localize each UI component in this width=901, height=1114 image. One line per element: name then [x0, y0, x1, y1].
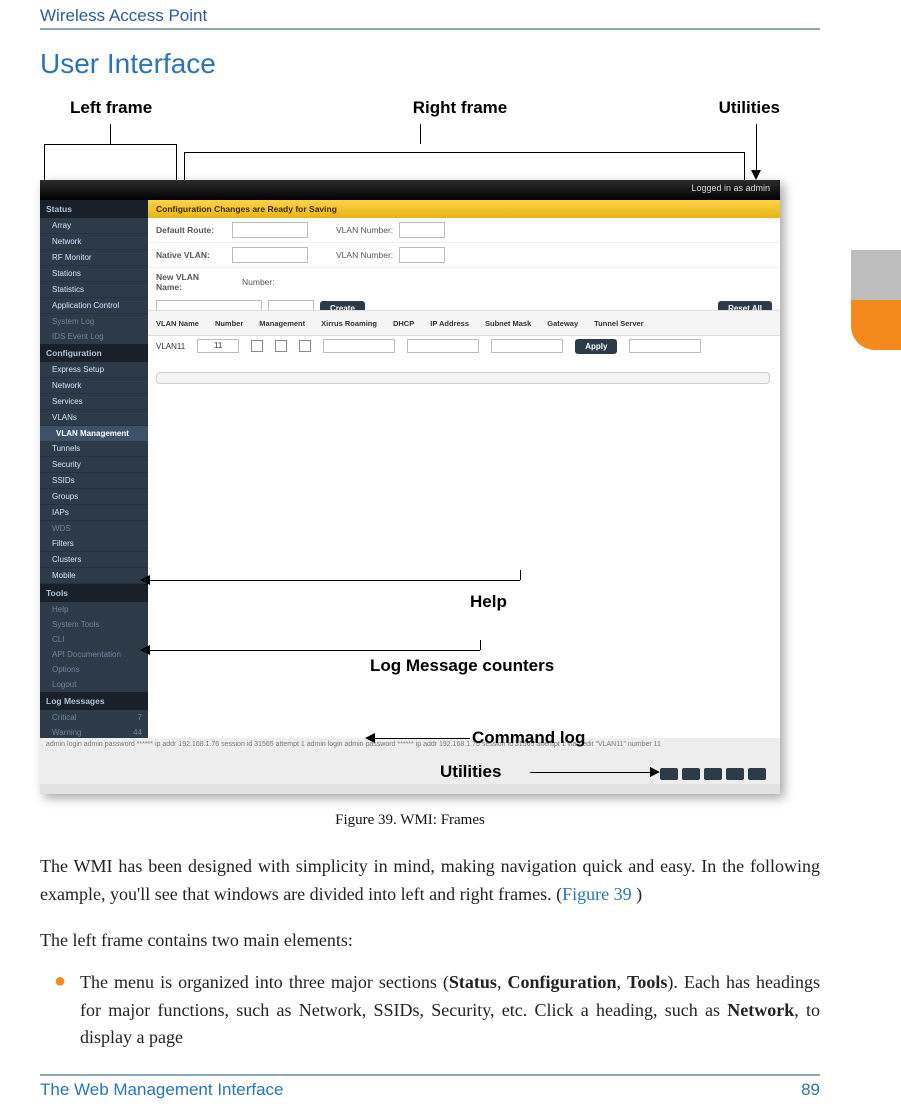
- cell-number-input[interactable]: 11: [197, 339, 239, 353]
- sidebar-item[interactable]: IDS Event Log: [40, 329, 148, 344]
- annot-left-frame: Left frame: [40, 98, 260, 118]
- logmsg-row[interactable]: Critical7: [40, 710, 148, 725]
- sidebar-item[interactable]: Statistics: [40, 282, 148, 298]
- annot-right-frame: Right frame: [260, 98, 660, 118]
- th: Tunnel Server: [594, 319, 643, 328]
- sidebar-config-head[interactable]: Configuration: [40, 344, 148, 362]
- sidebar-item[interactable]: Filters: [40, 536, 148, 552]
- bullet-icon: ●: [40, 969, 80, 1053]
- th: DHCP: [393, 319, 414, 328]
- th: Number: [215, 319, 243, 328]
- sidebar-item[interactable]: Options: [40, 662, 148, 677]
- number-label: Number:: [242, 277, 275, 287]
- cell-dhcp-checkbox[interactable]: [299, 340, 311, 352]
- sidebar-item[interactable]: Logout: [40, 677, 148, 692]
- native-vlan-input[interactable]: [232, 247, 308, 263]
- th: Gateway: [547, 319, 578, 328]
- logged-in-text: Logged in as admin: [691, 183, 770, 193]
- sidebar-item[interactable]: Security: [40, 457, 148, 473]
- footer-left: The Web Management Interface: [40, 1080, 284, 1100]
- table-row: VLAN11 11 Apply: [148, 334, 780, 359]
- annot-log-counters: Log Message counters: [370, 656, 554, 676]
- vlan-number-input[interactable]: [399, 222, 445, 238]
- sidebar-item[interactable]: Application Control: [40, 298, 148, 314]
- page-number: 89: [801, 1080, 820, 1100]
- cell-mask-input[interactable]: [407, 339, 479, 353]
- th: VLAN Name: [156, 319, 199, 328]
- cell-ip-input[interactable]: [323, 339, 395, 353]
- sidebar-tools-head[interactable]: Tools: [40, 584, 148, 602]
- paragraph-2: The left frame contains two main element…: [40, 927, 820, 955]
- bullet-1: The menu is organized into three major s…: [80, 969, 820, 1053]
- default-route-input[interactable]: [232, 222, 308, 238]
- vlan-number-label-2: VLAN Number:: [336, 250, 393, 260]
- figure-caption: Figure 39. WMI: Frames: [40, 812, 780, 829]
- apply-button[interactable]: Apply: [575, 339, 617, 354]
- th: Management: [259, 319, 305, 328]
- sidebar-item[interactable]: Stations: [40, 266, 148, 282]
- annot-utilities-bottom: Utilities: [440, 762, 501, 782]
- cell-mgmt-checkbox[interactable]: [251, 340, 263, 352]
- util-icon[interactable]: [726, 768, 744, 780]
- th: Subnet Mask: [485, 319, 531, 328]
- config-banner: Configuration Changes are Ready for Savi…: [148, 200, 780, 218]
- util-icon[interactable]: [682, 768, 700, 780]
- sidebar-item[interactable]: System Log: [40, 314, 148, 329]
- section-title: User Interface: [40, 48, 861, 80]
- sidebar-item[interactable]: CLI: [40, 632, 148, 647]
- sidebar-status-head[interactable]: Status: [40, 200, 148, 218]
- th: Xirrus Roaming: [321, 319, 377, 328]
- cell-vlan-name: VLAN11: [156, 342, 185, 351]
- sidebar-item[interactable]: Mobile: [40, 568, 148, 584]
- paragraph-1: The WMI has been designed with simplicit…: [40, 853, 820, 909]
- vlan-number-label: VLAN Number:: [336, 225, 393, 235]
- sidebar-item[interactable]: IAPs: [40, 505, 148, 521]
- horizontal-scrollbar[interactable]: [156, 372, 770, 384]
- annot-utilities-top: Utilities: [660, 98, 780, 118]
- sidebar-item[interactable]: SSIDs: [40, 473, 148, 489]
- cell-gw-input[interactable]: [491, 339, 563, 353]
- util-icon[interactable]: [748, 768, 766, 780]
- util-icon[interactable]: [660, 768, 678, 780]
- sidebar-item[interactable]: WDS: [40, 521, 148, 536]
- util-icon[interactable]: [704, 768, 722, 780]
- sidebar-item[interactable]: VLANs: [40, 410, 148, 426]
- sidebar-logmsg-head[interactable]: Log Messages: [40, 692, 148, 710]
- annot-help: Help: [470, 592, 507, 612]
- cell-roaming-checkbox[interactable]: [275, 340, 287, 352]
- sidebar-item[interactable]: Network: [40, 378, 148, 394]
- cell-tunnel-input[interactable]: [629, 339, 701, 353]
- vlan-number-input-2[interactable]: [399, 247, 445, 263]
- sidebar-subitem-vlan-mgmt[interactable]: VLAN Management: [40, 426, 148, 441]
- sidebar-item[interactable]: Express Setup: [40, 362, 148, 378]
- sidebar-item[interactable]: Services: [40, 394, 148, 410]
- utilities-tray[interactable]: [660, 768, 770, 782]
- annot-command-log: Command log: [472, 728, 585, 748]
- wmi-screenshot: Logged in as admin Status Array Network …: [40, 180, 780, 794]
- native-vlan-label: Native VLAN:: [156, 250, 226, 260]
- sidebar-item[interactable]: API Documentation: [40, 647, 148, 662]
- sidebar-item[interactable]: Clusters: [40, 552, 148, 568]
- chapter-tab: [851, 250, 901, 350]
- sidebar: Status Array Network RF Monitor Stations…: [40, 200, 148, 768]
- running-head: Wireless Access Point: [40, 0, 820, 30]
- sidebar-item[interactable]: System Tools: [40, 617, 148, 632]
- new-vlan-name-label: New VLAN Name:: [156, 272, 226, 292]
- sidebar-item[interactable]: Tunnels: [40, 441, 148, 457]
- sidebar-item[interactable]: Groups: [40, 489, 148, 505]
- connector-lines: [40, 124, 780, 180]
- sidebar-item-help[interactable]: Help: [40, 602, 148, 617]
- figure-link[interactable]: Figure 39: [562, 884, 636, 904]
- sidebar-item[interactable]: Network: [40, 234, 148, 250]
- sidebar-item[interactable]: Array: [40, 218, 148, 234]
- th: IP Address: [430, 319, 469, 328]
- default-route-label: Default Route:: [156, 225, 226, 235]
- sidebar-item[interactable]: RF Monitor: [40, 250, 148, 266]
